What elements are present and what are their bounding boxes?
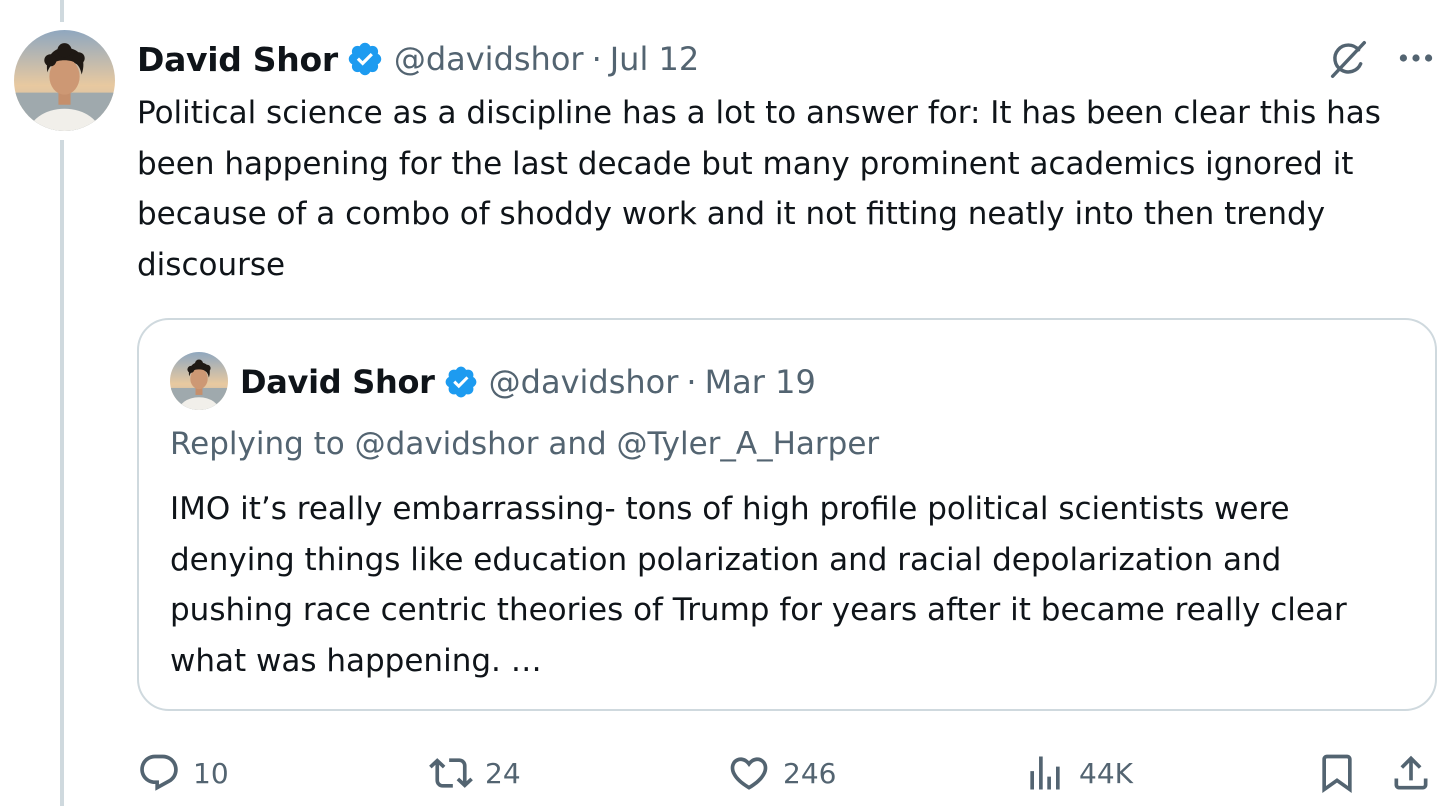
quoted-avatar[interactable] (170, 352, 228, 410)
views-button[interactable]: 44K (1023, 748, 1133, 798)
quoted-text: IMO it’s really embarrassing- tons of hi… (170, 491, 1347, 679)
like-count: 246 (783, 756, 837, 790)
quoted-date[interactable]: Mar 19 (705, 363, 816, 401)
reply-mention-2[interactable]: @Tyler_A_Harper (617, 426, 880, 462)
views-icon (1030, 756, 1060, 790)
replying-prefix: Replying to (170, 426, 345, 462)
tweet-date[interactable]: Jul 12 (610, 40, 700, 78)
quoted-header: David Shor @davidshor · Mar 19 (240, 360, 816, 404)
avatar-photo (14, 30, 115, 131)
bookmark-icon (1322, 754, 1352, 794)
quoted-avatar-photo (170, 352, 228, 410)
tweet-header: David Shor @davidshor · Jul 12 (137, 36, 699, 82)
thread-line-bottom (60, 140, 64, 806)
replying-to: Replying to @davidshor and @Tyler_A_Harp… (170, 426, 879, 462)
like-button[interactable]: 246 (727, 748, 836, 798)
reply-mention-1[interactable]: @davidshor (355, 426, 539, 462)
author-name[interactable]: David Shor (137, 40, 338, 79)
reply-icon (140, 754, 178, 791)
author-handle[interactable]: @davidshor (394, 40, 584, 78)
separator-dot: · (686, 363, 697, 401)
quoted-tweet[interactable]: David Shor @davidshor · Mar 19 Replying … (137, 318, 1437, 711)
separator-dot: · (591, 40, 602, 78)
verified-badge-icon[interactable] (346, 40, 384, 78)
views-count: 44K (1079, 756, 1133, 790)
retweet-button[interactable]: 24 (429, 748, 521, 798)
avatar[interactable] (14, 30, 115, 131)
retweet-icon (429, 758, 473, 788)
verified-badge-icon[interactable] (443, 364, 479, 400)
share-icon (1394, 755, 1428, 790)
quoted-author-name[interactable]: David Shor (240, 363, 435, 401)
tweet-text: Political science as a discipline has a … (137, 95, 1381, 283)
replying-and: and (548, 426, 607, 462)
bookmark-button[interactable] (1315, 748, 1359, 798)
more-icon[interactable] (1394, 40, 1438, 76)
grok-icon[interactable] (1325, 36, 1371, 82)
heart-icon (730, 757, 768, 790)
action-bar: 10 24 246 44K (137, 748, 1437, 798)
retweet-count: 24 (485, 756, 521, 790)
thread-line-top (60, 0, 64, 22)
reply-button[interactable]: 10 (137, 748, 229, 798)
quoted-author-handle[interactable]: @davidshor (489, 363, 679, 401)
share-button[interactable] (1389, 748, 1433, 798)
reply-count: 10 (193, 756, 229, 790)
